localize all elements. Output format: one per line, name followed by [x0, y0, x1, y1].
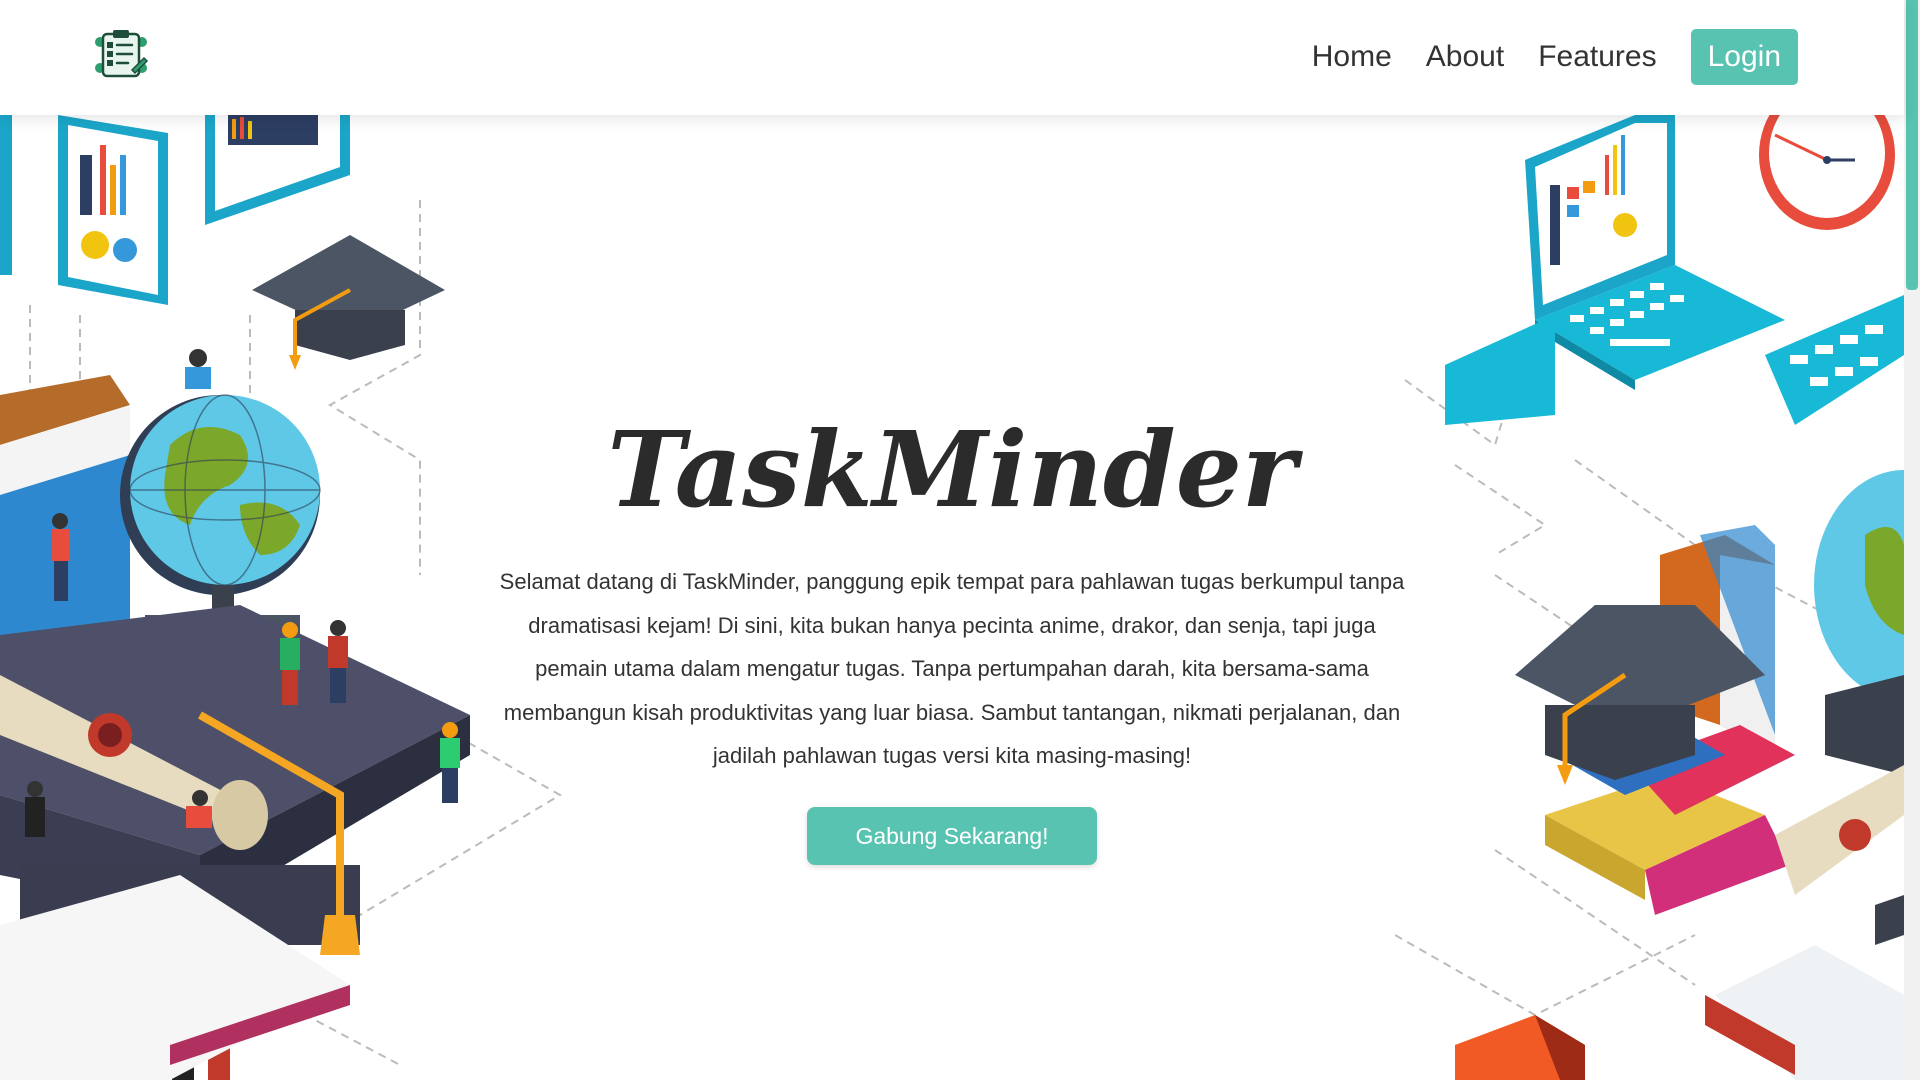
nav-link-about[interactable]: About	[1426, 29, 1504, 85]
page: TaskMinder Selamat datang di TaskMinder,…	[0, 0, 1920, 1080]
navbar: Home About Features Login	[0, 0, 1904, 115]
graduation-cap-icon	[252, 235, 445, 370]
diploma-right-icon	[1775, 765, 1904, 945]
login-button[interactable]: Login	[1690, 29, 1798, 85]
clock-icon	[1759, 115, 1895, 230]
nav-link-home[interactable]: Home	[1312, 29, 1392, 85]
education-illustration-left	[0, 115, 562, 1080]
scrollbar[interactable]	[1904, 0, 1920, 1080]
monitor-chart-icon	[205, 115, 350, 225]
scrollbar-thumb[interactable]	[1906, 0, 1918, 290]
tablet-chart-icon	[58, 115, 168, 305]
bottom-books-icon	[1455, 945, 1904, 1080]
hero-description: Selamat datang di TaskMinder, panggung e…	[499, 569, 1405, 768]
nav-link-features[interactable]: Features	[1538, 29, 1656, 85]
join-now-button[interactable]: Gabung Sekarang!	[807, 807, 1097, 865]
education-illustration-right	[1395, 115, 1904, 1080]
nav-menu: Home About Features Login	[1312, 29, 1798, 85]
task-list-logo-icon[interactable]	[92, 28, 150, 80]
hero-title: TaskMinder	[607, 408, 1297, 531]
giant-graduation-cap-icon	[0, 605, 470, 955]
